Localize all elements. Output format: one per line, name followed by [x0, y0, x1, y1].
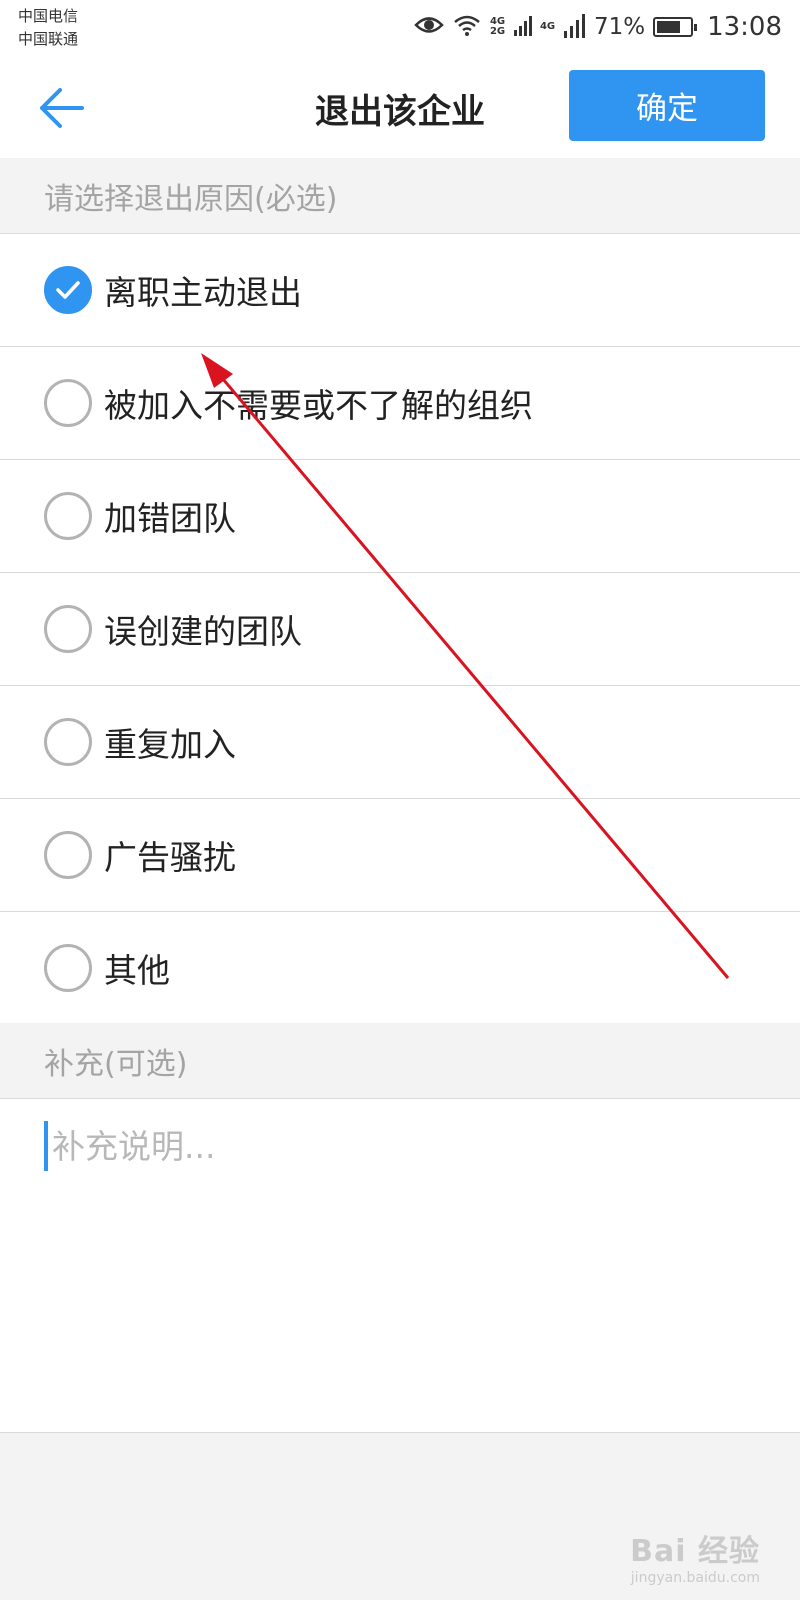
reason-label: 加错团队	[104, 499, 236, 538]
radio-unchecked[interactable]	[44, 605, 92, 653]
reason-option-5[interactable]: 广告骚扰	[0, 799, 800, 912]
confirm-button[interactable]: 确定	[569, 70, 765, 141]
eye-icon	[414, 14, 444, 40]
reason-section-header: 请选择退出原因(必选)	[0, 158, 800, 234]
battery-level	[657, 21, 680, 33]
carrier-1: 中国电信	[18, 7, 79, 25]
status-icons: 4G 2G 4G 71% 13:08	[414, 10, 782, 44]
radio-checked[interactable]	[44, 266, 92, 314]
note-section-header: 补充(可选)	[0, 1023, 800, 1099]
reason-option-2[interactable]: 加错团队	[0, 460, 800, 573]
reason-label: 误创建的团队	[104, 612, 302, 651]
reason-list: 离职主动退出 被加入不需要或不了解的组织 加错团队 误创建的团队 重复加入 广告…	[0, 234, 800, 1025]
watermark-main: Bai 经验	[630, 1534, 760, 1569]
clock: 13:08	[707, 12, 782, 42]
battery-icon	[653, 17, 698, 37]
carrier-2: 中国联通	[18, 30, 79, 48]
radio-unchecked[interactable]	[44, 831, 92, 879]
reason-option-0[interactable]: 离职主动退出	[0, 234, 800, 347]
watermark-sub: jingyan.baidu.com	[630, 1570, 760, 1586]
note-area	[0, 1099, 800, 1433]
signal-icon	[513, 14, 532, 40]
radio-unchecked[interactable]	[44, 492, 92, 540]
radio-unchecked[interactable]	[44, 718, 92, 766]
reason-option-1[interactable]: 被加入不需要或不了解的组织	[0, 347, 800, 460]
radio-unchecked[interactable]	[44, 379, 92, 427]
battery-percentage: 71%	[593, 14, 646, 40]
reason-option-6[interactable]: 其他	[0, 912, 800, 1025]
watermark-logo: Bai 经验 jingyan.baidu.com	[630, 1526, 760, 1586]
note-input[interactable]	[44, 1121, 764, 1171]
reason-label: 广告骚扰	[104, 838, 236, 877]
wifi-icon	[452, 13, 482, 41]
reason-option-4[interactable]: 重复加入	[0, 686, 800, 799]
reason-label: 被加入不需要或不了解的组织	[104, 386, 533, 425]
reason-option-3[interactable]: 误创建的团队	[0, 573, 800, 686]
radio-unchecked[interactable]	[44, 944, 92, 992]
carrier-info: 中国电信 中国联通	[18, 5, 78, 51]
signal-icon	[563, 12, 586, 42]
check-icon	[56, 281, 80, 299]
status-bar: 中国电信 中国联通 4G 2G 4G 71% 13:08	[0, 0, 800, 56]
network-type-1: 4G 2G	[489, 16, 506, 37]
reason-label: 其他	[104, 951, 170, 990]
reason-label: 离职主动退出	[104, 273, 302, 312]
network-type-2: 4G	[539, 21, 556, 32]
reason-label: 重复加入	[104, 725, 236, 764]
nav-bar: 退出该企业 确定	[0, 56, 800, 158]
